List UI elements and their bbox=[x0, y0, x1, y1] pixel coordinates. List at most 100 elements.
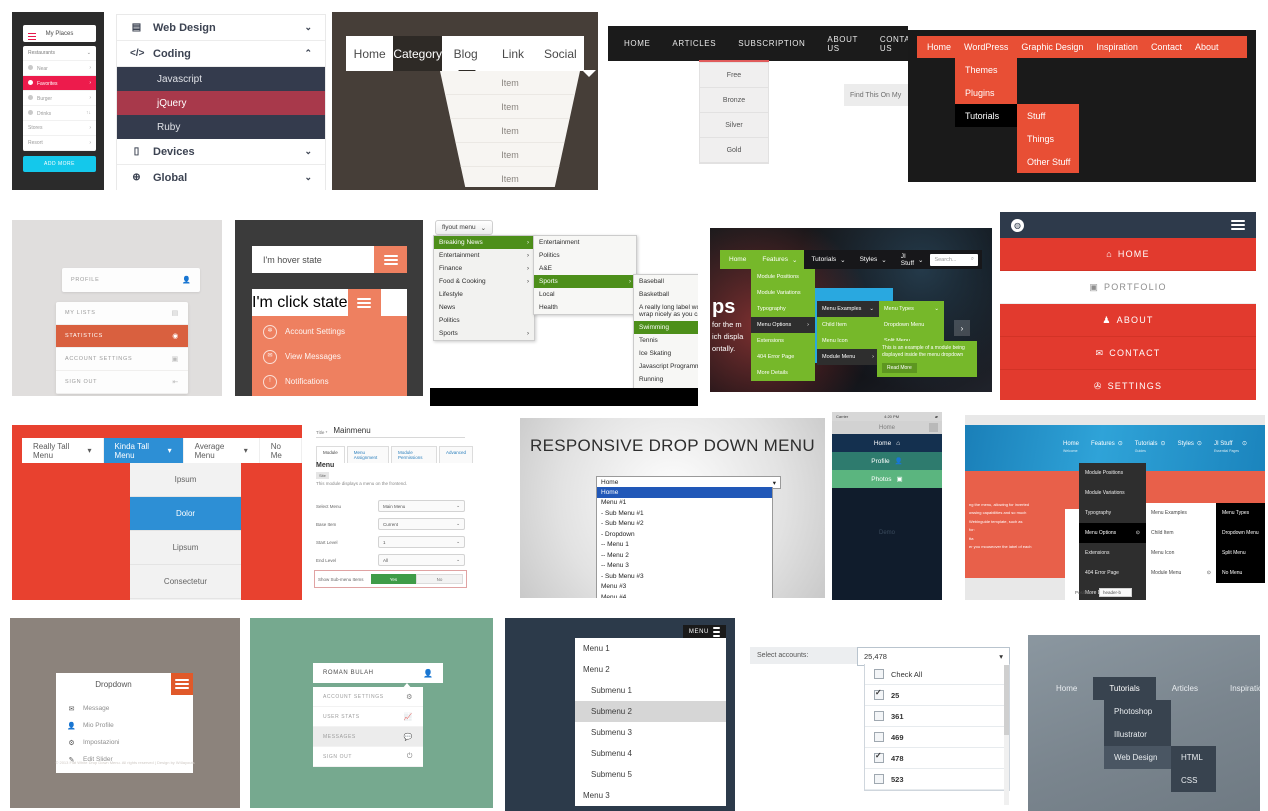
dropdown-item[interactable]: Item bbox=[440, 167, 580, 187]
menu-item[interactable]: Menu 3 bbox=[575, 785, 726, 806]
mega-item[interactable]: Menu Examples ⌄ bbox=[817, 301, 879, 317]
nav-link-contact-us[interactable]: CONTACT US bbox=[880, 35, 908, 53]
flyout-item[interactable]: Sports › bbox=[534, 275, 636, 288]
nav-tab-blog[interactable]: Blog bbox=[442, 36, 489, 71]
menu-item[interactable]: Menu 2 bbox=[575, 659, 726, 680]
dropdown-item[interactable]: Lipsum bbox=[130, 531, 241, 565]
chevron-down-icon[interactable]: ⌄ bbox=[304, 22, 312, 33]
mega-item[interactable]: Menu Icon bbox=[817, 333, 879, 349]
accordion-row-web-design[interactable]: ▤ Web Design ⌄ bbox=[117, 15, 325, 41]
tab-menu-assignment[interactable]: Menu Assignment bbox=[346, 446, 389, 463]
option-item[interactable]: Menu #1 bbox=[597, 498, 772, 509]
flyout-item[interactable]: Politics bbox=[434, 314, 534, 327]
option-item[interactable]: -- Menu 1 bbox=[597, 540, 772, 551]
nav-link-inspiration[interactable]: Inspiration bbox=[1096, 42, 1138, 52]
flyout-item[interactable]: Ice Skating bbox=[634, 347, 698, 360]
accordion-subitem[interactable]: jQuery bbox=[117, 91, 325, 115]
option-item[interactable]: - Sub Menu #1 bbox=[597, 508, 772, 519]
profile-item-my-lists[interactable]: MY LISTS ▤ bbox=[56, 302, 188, 325]
accordion-row-devices[interactable]: ▯ Devices ⌄ bbox=[117, 139, 325, 165]
checkbox-icon[interactable] bbox=[874, 669, 884, 679]
option-item[interactable]: 478 bbox=[865, 748, 1009, 769]
menu-item-home[interactable]: Home ⌂ bbox=[832, 434, 942, 452]
nav-link-home[interactable]: HOME bbox=[624, 39, 650, 48]
tab-no-menu[interactable]: No Me bbox=[259, 438, 302, 463]
mega-item[interactable]: Child Item bbox=[1146, 523, 1216, 543]
menu-item-account-settings[interactable]: ACCOUNT SETTINGS ⚙ bbox=[313, 687, 423, 707]
nav-link-ji-stuff[interactable]: JI Stuff ⌄ bbox=[894, 253, 931, 267]
list-item[interactable]: Favorites › bbox=[23, 76, 96, 91]
flyout-item[interactable]: Basketball bbox=[634, 288, 698, 301]
select-menu-dropdown[interactable]: Main Menu ⌄ bbox=[378, 500, 465, 512]
accordion-subitem[interactable]: Ruby bbox=[117, 115, 325, 139]
flyout-item[interactable]: Finance › bbox=[434, 262, 534, 275]
mega-item[interactable]: Menu Examples bbox=[1146, 503, 1216, 523]
menu-item-settings[interactable]: ✇ SETTINGS bbox=[1000, 370, 1256, 400]
nav-link-contact[interactable]: Contact bbox=[1151, 42, 1182, 52]
nav-link-tutorials[interactable]: Tutorials ⌄ bbox=[804, 256, 852, 264]
mega-item[interactable]: Menu Options › bbox=[751, 317, 815, 333]
profile-item-statistics[interactable]: STATISTICS ◉ bbox=[56, 325, 188, 348]
dropdown-item[interactable]: Ipsum bbox=[130, 463, 241, 497]
menu-item-sign-out[interactable]: ⏻Sign Out bbox=[252, 394, 407, 396]
user-header[interactable]: ROMAN BULAH 👤 bbox=[313, 663, 443, 683]
menu-item-profile[interactable]: Profile 👤 bbox=[832, 452, 942, 470]
nav-tab-category[interactable]: Category bbox=[393, 36, 443, 71]
nav-tab-social[interactable]: Social bbox=[537, 36, 584, 71]
mega-item[interactable]: Dropdown Menu bbox=[1216, 523, 1265, 543]
flyout-item[interactable]: Local bbox=[534, 288, 636, 301]
nav-link-tutorials[interactable]: Tutorials bbox=[1093, 677, 1156, 700]
menu-item-messages[interactable]: MESSAGES 💬 bbox=[313, 727, 423, 747]
search-box[interactable]: Search... ⌕ bbox=[930, 253, 978, 266]
dropdown-item-free[interactable]: Free bbox=[700, 63, 768, 88]
mega-item[interactable]: 404 Error Page bbox=[1079, 563, 1146, 583]
mega-item[interactable]: 404 Error Page bbox=[751, 349, 815, 365]
hamburger-icon[interactable] bbox=[347, 289, 381, 316]
nav-link-about-us[interactable]: ABOUT US bbox=[827, 35, 857, 53]
dropdown-item-silver[interactable]: Silver bbox=[700, 113, 768, 138]
menu-item-photos[interactable]: Photos ▣ bbox=[832, 470, 942, 488]
mega-item[interactable]: Split Menu bbox=[1216, 543, 1265, 563]
checkbox-icon[interactable] bbox=[874, 732, 884, 742]
chevron-down-icon[interactable]: ⌄ bbox=[304, 172, 312, 183]
tab-advanced[interactable]: Advanced bbox=[438, 446, 473, 463]
nav-link-home[interactable]: Home bbox=[720, 250, 756, 269]
mega-item[interactable]: Extensions bbox=[751, 333, 815, 349]
nav-link-features[interactable]: Features ⌄ bbox=[755, 250, 805, 269]
flyout-item[interactable]: Running bbox=[634, 373, 698, 386]
nav-tab-home[interactable]: Home bbox=[346, 36, 393, 71]
submenu-item[interactable]: Submenu 1 bbox=[575, 680, 726, 701]
toggle-no[interactable]: No bbox=[415, 574, 463, 584]
flyout-item[interactable]: Entertainment bbox=[534, 236, 636, 249]
nav-link-home[interactable]: Home Welcome bbox=[1063, 441, 1079, 453]
nav-link-graphic-design[interactable]: Graphic Design bbox=[1021, 42, 1083, 52]
mega-item[interactable]: Module Variations bbox=[1079, 483, 1146, 503]
dropdown-item[interactable]: Item bbox=[440, 119, 580, 143]
myplaces-header[interactable]: My Places bbox=[23, 25, 96, 42]
mega-item[interactable]: More Details bbox=[751, 365, 815, 381]
chevron-up-icon[interactable]: ⌃ bbox=[304, 48, 312, 59]
flyout-item[interactable]: A really long label would wrap nicely as… bbox=[634, 301, 698, 321]
submenu-item-other-stuff[interactable]: Other Stuff bbox=[1017, 150, 1079, 173]
accordion-row-coding[interactable]: </> Coding ⌃ bbox=[117, 41, 325, 67]
option-item[interactable]: - Dropdown bbox=[597, 529, 772, 540]
mega-item[interactable]: Module Menu ⊙ bbox=[1146, 563, 1216, 583]
nav-link-styles[interactable]: Styles ⌄ bbox=[853, 256, 894, 264]
find-this-button[interactable]: Find This On My bbox=[844, 84, 908, 106]
menu-item-sign-out[interactable]: SIGN OUT ⏻ bbox=[313, 747, 423, 767]
position-value[interactable]: header-b bbox=[1099, 588, 1133, 597]
mega-item[interactable]: Dropdown Menu bbox=[879, 317, 944, 333]
submenu-item-illustrator[interactable]: Illustrator bbox=[1104, 723, 1171, 746]
option-item[interactable]: 469 bbox=[865, 727, 1009, 748]
hamburger-icon[interactable] bbox=[28, 31, 36, 42]
flyout-item[interactable]: Sports › bbox=[434, 327, 534, 340]
hover-state-bar[interactable]: I'm hover state bbox=[252, 246, 407, 273]
tab-module-permissions[interactable]: Module Permissions bbox=[391, 446, 437, 463]
scrollbar-thumb[interactable] bbox=[1004, 665, 1009, 735]
flyout-item[interactable]: Lifestyle bbox=[434, 288, 534, 301]
submenu-item[interactable]: Submenu 5 bbox=[575, 764, 726, 785]
click-state-bar[interactable]: I'm click state bbox=[252, 289, 407, 316]
nav-link-features[interactable]: Features ⊙ bbox=[1091, 441, 1123, 449]
mega-item[interactable]: Menu Icon bbox=[1146, 543, 1216, 563]
mega-item[interactable]: Module Positions bbox=[1079, 463, 1146, 483]
